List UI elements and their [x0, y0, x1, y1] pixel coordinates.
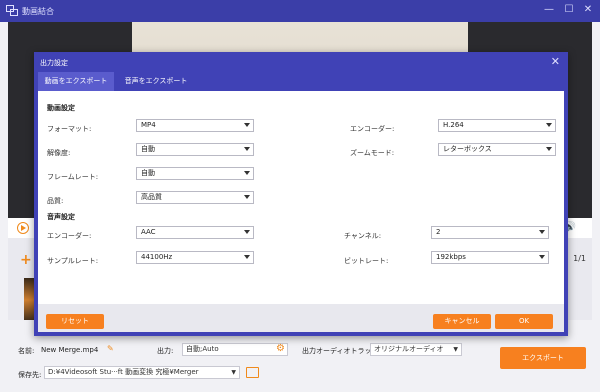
export-button[interactable]: エクスポート — [500, 347, 586, 369]
save-path-value: D:¥4Videosoft Stu···ft 動画変換 究極¥Merger — [48, 368, 199, 376]
zoom-mode-select[interactable]: レターボックス — [438, 143, 556, 156]
title-bar: 動画結合 — ☐ ✕ — [0, 0, 600, 22]
page-indicator: 1/1 — [573, 254, 586, 263]
play-icon[interactable] — [17, 222, 29, 234]
sample-rate-select[interactable]: 44100Hz — [136, 251, 254, 264]
sample-rate-label: サンプルレート: — [47, 257, 99, 265]
ok-button[interactable]: OK — [495, 314, 553, 329]
quality-value: 高品質 — [141, 193, 162, 201]
chevron-down-icon — [244, 195, 250, 199]
gear-icon[interactable]: ⚙ — [276, 343, 285, 354]
dialog-body: 動画設定 フォーマット: MP4 エンコーダー: H.264 解像度: 自動 ズ… — [38, 91, 564, 332]
minimize-icon[interactable]: — — [542, 3, 556, 17]
format-value: MP4 — [141, 121, 156, 129]
quality-select[interactable]: 高品質 — [136, 191, 254, 204]
channel-select[interactable]: 2 — [431, 226, 549, 239]
dialog-title: 出力設定 — [40, 59, 68, 67]
chevron-down-icon: ▼ — [231, 369, 236, 376]
sample-rate-value: 44100Hz — [141, 253, 173, 261]
cancel-button[interactable]: キャンセル — [433, 314, 491, 329]
encoder-select[interactable]: H.264 — [438, 119, 556, 132]
save-label: 保存先: — [18, 371, 42, 379]
close-icon[interactable]: ✕ — [581, 3, 595, 17]
audio-track-select[interactable]: オリジナルオーディオ ▼ — [370, 343, 462, 356]
dialog-footer: リセット キャンセル OK — [38, 304, 564, 332]
audio-encoder-select[interactable]: AAC — [136, 226, 254, 239]
app-icon — [6, 5, 18, 16]
frame-rate-label: フレームレート: — [47, 173, 99, 181]
name-label: 名前: — [18, 347, 35, 355]
name-value: New Merge.mp4 — [41, 346, 99, 354]
encoder-label: エンコーダー: — [350, 125, 395, 133]
output-settings-dialog: 出力設定 ✕ 動画をエクスポート 音声をエクスポート 動画設定 フォーマット: … — [34, 52, 568, 336]
video-settings-heading: 動画設定 — [47, 104, 75, 112]
chevron-down-icon — [244, 123, 250, 127]
maximize-icon[interactable]: ☐ — [562, 3, 576, 17]
zoom-mode-label: ズームモード: — [350, 149, 395, 157]
bitrate-value: 192kbps — [436, 253, 466, 261]
encoder-value: H.264 — [443, 121, 464, 129]
chevron-down-icon — [539, 255, 545, 259]
resolution-label: 解像度: — [47, 149, 71, 157]
audio-encoder-value: AAC — [141, 228, 156, 236]
resolution-select[interactable]: 自動 — [136, 143, 254, 156]
audio-settings-heading: 音声設定 — [47, 213, 75, 221]
channel-label: チャンネル: — [344, 232, 382, 240]
reset-button[interactable]: リセット — [46, 314, 104, 329]
output-label: 出力: — [157, 347, 174, 355]
format-select[interactable]: MP4 — [136, 119, 254, 132]
add-icon[interactable]: + — [20, 252, 32, 268]
channel-value: 2 — [436, 228, 441, 236]
save-path-select[interactable]: D:¥4Videosoft Stu···ft 動画変換 究極¥Merger ▼ — [44, 366, 240, 379]
chevron-down-icon — [539, 230, 545, 234]
bitrate-label: ビットレート: — [344, 257, 389, 265]
chevron-down-icon — [546, 123, 552, 127]
audio-track-value: オリジナルオーディオ — [374, 345, 444, 353]
close-icon[interactable]: ✕ — [551, 55, 560, 68]
chevron-down-icon — [244, 147, 250, 151]
resolution-value: 自動 — [141, 145, 155, 153]
output-value: 自動;Auto — [186, 345, 219, 353]
tab-audio-export[interactable]: 音声をエクスポート — [116, 72, 196, 91]
quality-label: 品質: — [47, 197, 64, 205]
chevron-down-icon — [244, 230, 250, 234]
chevron-down-icon — [244, 255, 250, 259]
frame-rate-select[interactable]: 自動 — [136, 167, 254, 180]
chevron-down-icon — [546, 147, 552, 151]
audio-encoder-label: エンコーダー: — [47, 232, 92, 240]
bitrate-select[interactable]: 192kbps — [431, 251, 549, 264]
tab-video-export[interactable]: 動画をエクスポート — [38, 72, 114, 91]
output-select[interactable]: 自動;Auto — [182, 343, 288, 356]
chevron-down-icon — [244, 171, 250, 175]
chevron-down-icon: ▼ — [453, 346, 458, 353]
folder-icon[interactable] — [246, 367, 259, 378]
edit-icon[interactable]: ✎ — [107, 344, 114, 353]
window-title: 動画結合 — [22, 7, 54, 16]
frame-rate-value: 自動 — [141, 169, 155, 177]
zoom-mode-value: レターボックス — [443, 145, 492, 153]
format-label: フォーマット: — [47, 125, 92, 133]
